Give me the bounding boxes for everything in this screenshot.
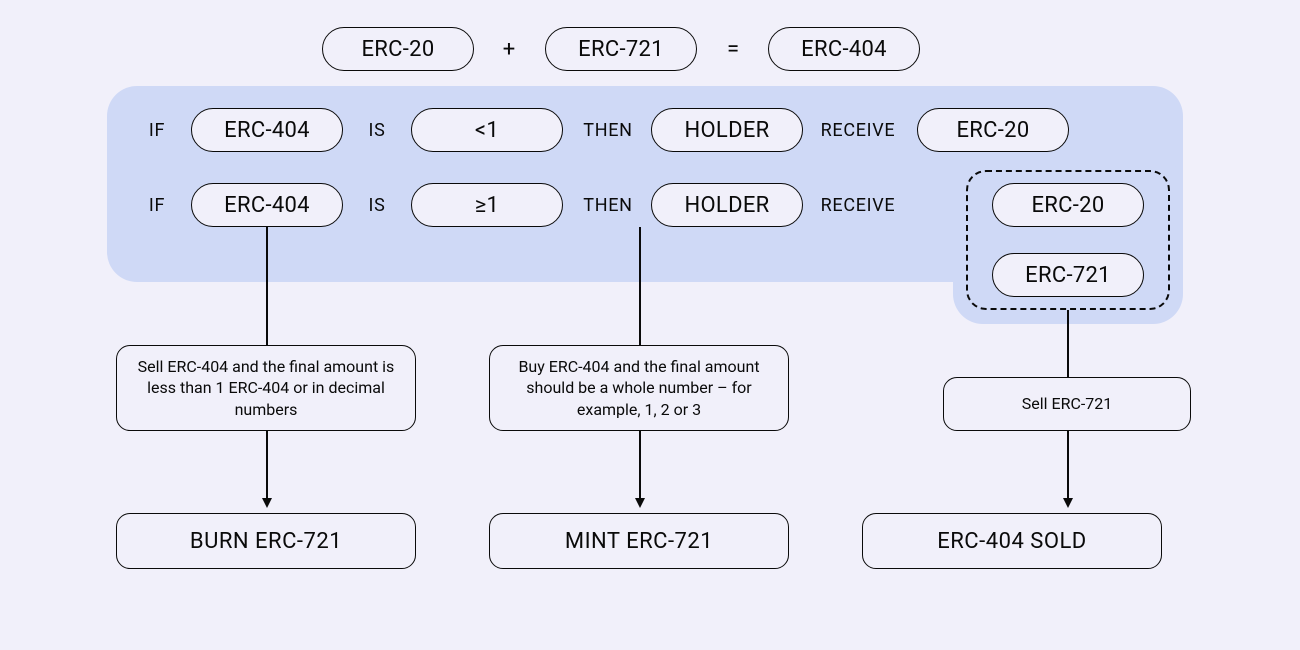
plus-label: + <box>503 37 515 62</box>
desc-left-text: Sell ERC-404 and the final amount is les… <box>135 356 397 421</box>
r2-cond-pill: ≥1 <box>411 183 563 227</box>
r1-token-label: ERC-404 <box>224 118 310 143</box>
connector-right-1 <box>1067 310 1069 377</box>
connector-mid-2 <box>639 431 641 499</box>
connector-right-2 <box>1067 431 1069 499</box>
arrowhead-left <box>262 498 272 508</box>
result-right-text: ERC-404 SOLD <box>937 529 1087 554</box>
equals-operator: = <box>718 27 748 71</box>
desc-right-text: Sell ERC-721 <box>1022 393 1113 415</box>
r2-token-pill: ERC-404 <box>191 183 343 227</box>
result-right-box: ERC-404 SOLD <box>862 513 1162 569</box>
equals-label: = <box>727 37 739 62</box>
connector-left-1 <box>266 227 268 345</box>
r2-receive-erc20-pill: ERC-20 <box>992 183 1144 227</box>
r1-cond-pill: <1 <box>411 108 563 152</box>
r1-if: IF <box>140 108 174 152</box>
desc-mid-box: Buy ERC-404 and the final amount should … <box>489 345 789 431</box>
eq-erc20-label: ERC-20 <box>362 37 435 62</box>
r2-then: THEN <box>578 183 638 227</box>
result-mid-box: MINT ERC-721 <box>489 513 789 569</box>
r2-if: IF <box>140 183 174 227</box>
r2-subject-label: HOLDER <box>685 193 770 218</box>
eq-erc721-pill: ERC-721 <box>545 27 697 71</box>
plus-operator: + <box>494 27 524 71</box>
eq-erc404-label: ERC-404 <box>801 37 887 62</box>
r2-receive-erc20-label: ERC-20 <box>1032 193 1105 218</box>
result-left-box: BURN ERC-721 <box>116 513 416 569</box>
connector-mid-1 <box>639 227 641 345</box>
desc-right-box: Sell ERC-721 <box>943 377 1191 431</box>
r1-subject-pill: HOLDER <box>651 108 803 152</box>
r2-cond-label: ≥1 <box>475 193 499 218</box>
r2-subject-pill: HOLDER <box>651 183 803 227</box>
r1-is: IS <box>360 108 394 152</box>
diagram-canvas: ERC-20 + ERC-721 = ERC-404 IF ERC-404 IS… <box>0 0 1300 650</box>
r1-token-pill: ERC-404 <box>191 108 343 152</box>
desc-left-box: Sell ERC-404 and the final amount is les… <box>116 345 416 431</box>
r2-is: IS <box>360 183 394 227</box>
r2-token-label: ERC-404 <box>224 193 310 218</box>
r1-receive-pill: ERC-20 <box>917 108 1069 152</box>
arrowhead-mid <box>635 498 645 508</box>
r1-then: THEN <box>578 108 638 152</box>
r1-cond-label: <1 <box>475 118 499 143</box>
r1-receive-label: ERC-20 <box>957 118 1030 143</box>
r1-subject-label: HOLDER <box>685 118 770 143</box>
eq-erc20-pill: ERC-20 <box>322 27 474 71</box>
eq-erc721-label: ERC-721 <box>578 37 664 62</box>
r2-verb: RECEIVE <box>816 183 900 227</box>
r2-receive-erc721-pill: ERC-721 <box>992 253 1144 297</box>
result-left-text: BURN ERC-721 <box>190 529 342 554</box>
arrowhead-right <box>1063 498 1073 508</box>
result-mid-text: MINT ERC-721 <box>565 529 713 554</box>
desc-mid-text: Buy ERC-404 and the final amount should … <box>508 356 770 421</box>
eq-erc404-pill: ERC-404 <box>768 27 920 71</box>
r1-verb: RECEIVE <box>816 108 900 152</box>
connector-left-2 <box>266 431 268 499</box>
r2-receive-erc721-label: ERC-721 <box>1025 263 1111 288</box>
